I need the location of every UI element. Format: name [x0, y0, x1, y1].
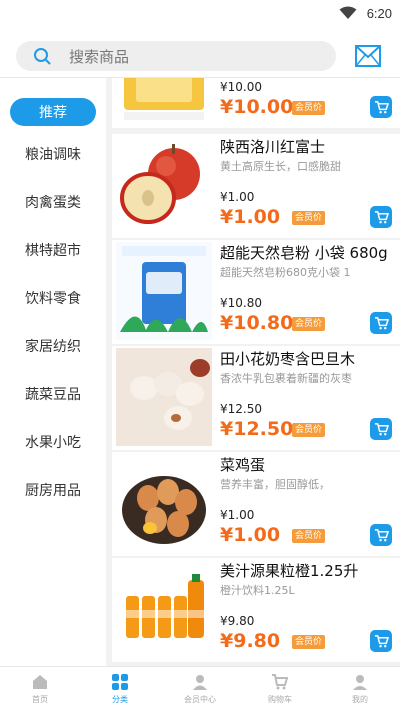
category-item-home-textile[interactable]: 家居纺织 — [10, 332, 96, 360]
search-icon — [34, 48, 51, 65]
cart-icon — [272, 674, 289, 690]
product-price: ¥1.00 — [220, 508, 255, 522]
member-price: ¥1.00 — [220, 206, 281, 228]
tab-home[interactable]: 首页 — [10, 673, 70, 709]
member-price-badge: 会员价 — [292, 211, 326, 225]
product-item[interactable]: 陕西洛川红富士 黄土高原生长，口感脆甜 ¥1.00 ¥1.00 会员价 — [112, 134, 400, 238]
member-price-badge: 会员价 — [292, 635, 326, 649]
category-item-meat-eggs[interactable]: 肉禽蛋类 — [10, 188, 96, 216]
tab-label: 分类 — [112, 695, 128, 704]
cart-icon — [374, 100, 389, 113]
product-desc: 营养丰富，胆固醇低， — [220, 478, 330, 491]
bottom-tab-bar: 首页 分类 会员中心 购物车 我的 — [0, 666, 400, 710]
category-item-supermarket[interactable]: 棋特超市 — [10, 236, 96, 264]
category-label: 厨房用品 — [25, 483, 81, 499]
product-title: 田小花奶枣含巴旦木 — [220, 350, 356, 368]
category-label: 推荐 — [39, 105, 67, 121]
member-price-badge: 会员价 — [292, 529, 326, 543]
member-price-badge: 会员价 — [292, 101, 326, 115]
add-to-cart-button[interactable] — [370, 206, 392, 228]
category-item-grain-oil[interactable]: 粮油调味 — [10, 140, 96, 168]
member-price: ¥10.80 — [220, 312, 294, 334]
product-title: 菜鸡蛋 — [220, 456, 266, 474]
member-icon — [193, 675, 207, 690]
product-item[interactable]: ¥10.00 ¥10.00 会员价 — [112, 78, 400, 128]
add-to-cart-button[interactable] — [370, 418, 392, 440]
category-sidebar: 推荐 粮油调味 肉禽蛋类 棋特超市 饮料零食 家居纺织 蔬菜豆品 水果小吃 厨房… — [0, 78, 106, 666]
category-label: 饮料零食 — [25, 291, 81, 307]
category-item-recommend[interactable]: 推荐 — [10, 98, 96, 126]
tab-label: 首页 — [32, 695, 48, 704]
product-price: ¥9.80 — [220, 614, 255, 628]
member-price-badge: 会员价 — [292, 423, 326, 437]
cart-icon — [374, 210, 389, 223]
product-title: 陕西洛川红富士 — [220, 138, 326, 156]
product-title: 超能天然皂粉 小袋 680g — [220, 244, 388, 262]
category-label: 棋特超市 — [25, 243, 81, 259]
product-desc: 香浓牛乳包裹着新疆的灰枣 — [220, 372, 352, 385]
product-item[interactable]: 美汁源果粒橙1.25升 橙汁饮料1.25L ¥9.80 ¥9.80 会员价 — [112, 558, 400, 662]
cart-icon — [374, 422, 389, 435]
product-price: ¥12.50 — [220, 402, 262, 416]
cart-icon — [374, 528, 389, 541]
product-image — [116, 242, 212, 340]
member-price: ¥10.00 — [220, 96, 294, 118]
product-price: ¥10.00 — [220, 80, 262, 94]
user-icon — [353, 675, 367, 690]
message-icon[interactable] — [355, 45, 381, 67]
member-price-badge: 会员价 — [292, 317, 326, 331]
search-bar[interactable]: 搜索商品 — [16, 41, 336, 71]
wifi-icon — [339, 6, 357, 19]
product-list[interactable]: ¥10.00 ¥10.00 会员价 陕西洛川红富士 黄土高原生长，口感脆甜 ¥1… — [106, 78, 400, 666]
category-label: 水果小吃 — [25, 435, 81, 451]
member-price: ¥12.50 — [220, 418, 294, 440]
tab-member[interactable]: 会员中心 — [170, 673, 230, 709]
add-to-cart-button[interactable] — [370, 312, 392, 334]
product-image — [116, 560, 212, 658]
category-item-kitchen[interactable]: 厨房用品 — [10, 476, 96, 504]
add-to-cart-button[interactable] — [370, 524, 392, 546]
status-time: 6:20 — [366, 5, 392, 21]
category-label: 蔬菜豆品 — [25, 387, 81, 403]
tab-label: 购物车 — [268, 695, 292, 704]
product-price: ¥1.00 — [220, 190, 255, 204]
product-image — [116, 136, 212, 234]
cart-icon — [374, 634, 389, 647]
product-item[interactable]: 田小花奶枣含巴旦木 香浓牛乳包裹着新疆的灰枣 ¥12.50 ¥12.50 会员价 — [112, 346, 400, 450]
product-desc: 超能天然皂粉680克小袋 1 — [220, 266, 351, 279]
category-label: 家居纺织 — [25, 339, 81, 355]
member-price: ¥1.00 — [220, 524, 281, 546]
add-to-cart-button[interactable] — [370, 96, 392, 118]
search-placeholder: 搜索商品 — [69, 47, 130, 66]
product-price: ¥10.80 — [220, 296, 262, 310]
tab-label: 会员中心 — [184, 695, 216, 704]
product-desc: 橙汁饮料1.25L — [220, 584, 295, 597]
category-label: 肉禽蛋类 — [25, 195, 81, 211]
category-item-fruit-snacks[interactable]: 水果小吃 — [10, 428, 96, 456]
status-bar: 6:20 — [0, 0, 400, 26]
product-title: 美汁源果粒橙1.25升 — [220, 562, 359, 580]
add-to-cart-button[interactable] — [370, 630, 392, 652]
category-item-drinks-snacks[interactable]: 饮料零食 — [10, 284, 96, 312]
category-label: 粮油调味 — [25, 147, 81, 163]
product-item[interactable]: 菜鸡蛋 营养丰富，胆固醇低， ¥1.00 ¥1.00 会员价 — [112, 452, 400, 556]
member-price: ¥9.80 — [220, 630, 281, 652]
home-icon — [33, 675, 47, 689]
product-image — [116, 454, 212, 552]
product-image — [116, 348, 212, 446]
tab-category[interactable]: 分类 — [90, 673, 150, 709]
product-image — [116, 78, 212, 124]
product-desc: 黄土高原生长，口感脆甜 — [220, 160, 341, 173]
product-item[interactable]: 超能天然皂粉 小袋 680g 超能天然皂粉680克小袋 1 ¥10.80 ¥10… — [112, 240, 400, 344]
cart-icon — [374, 316, 389, 329]
tab-label: 我的 — [352, 695, 368, 704]
category-item-vegetables[interactable]: 蔬菜豆品 — [10, 380, 96, 408]
search-header: 搜索商品 — [0, 26, 400, 78]
category-icon — [112, 674, 128, 690]
tab-cart[interactable]: 购物车 — [250, 673, 310, 709]
tab-me[interactable]: 我的 — [330, 673, 390, 709]
